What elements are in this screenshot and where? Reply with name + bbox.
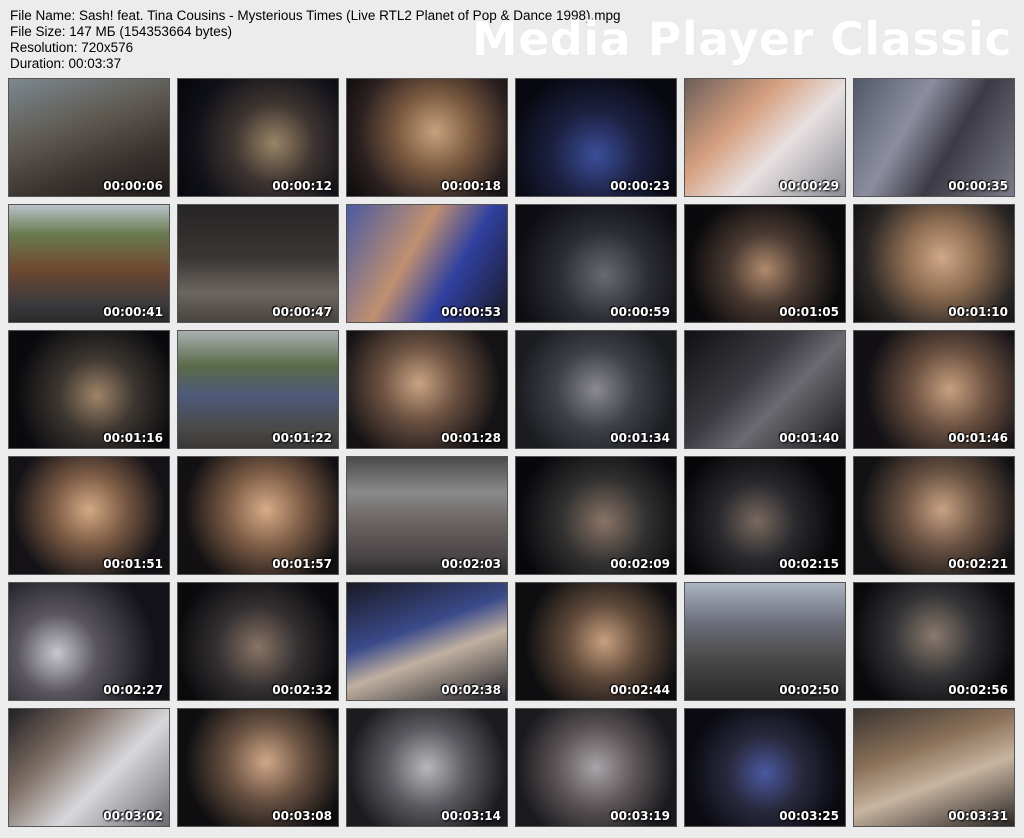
thumbnail-timestamp: 00:01:22 (272, 431, 332, 445)
video-thumbnail[interactable]: 00:03:14 (346, 708, 508, 827)
thumbnail-timestamp: 00:00:59 (610, 305, 670, 319)
thumbnail-timestamp: 00:01:16 (103, 431, 163, 445)
thumbnail-timestamp: 00:02:15 (779, 557, 839, 571)
thumbnail-timestamp: 00:03:02 (103, 809, 163, 823)
thumbnail-timestamp: 00:00:23 (610, 179, 670, 193)
video-thumbnail[interactable]: 00:02:32 (177, 582, 339, 701)
video-thumbnail[interactable]: 00:02:09 (515, 456, 677, 575)
thumbnail-timestamp: 00:02:56 (948, 683, 1008, 697)
video-thumbnail[interactable]: 00:03:31 (853, 708, 1015, 827)
thumbnail-timestamp: 00:01:10 (948, 305, 1008, 319)
video-thumbnail[interactable]: 00:01:10 (853, 204, 1015, 323)
thumbnail-timestamp: 00:03:14 (441, 809, 501, 823)
thumbnail-timestamp: 00:00:47 (272, 305, 332, 319)
video-thumbnail[interactable]: 00:02:21 (853, 456, 1015, 575)
video-thumbnail[interactable]: 00:02:50 (684, 582, 846, 701)
video-thumbnail[interactable]: 00:03:08 (177, 708, 339, 827)
thumbnail-timestamp: 00:02:44 (610, 683, 670, 697)
video-thumbnail[interactable]: 00:00:41 (8, 204, 170, 323)
thumbnail-timestamp: 00:02:27 (103, 683, 163, 697)
thumbnail-timestamp: 00:00:53 (441, 305, 501, 319)
video-thumbnail[interactable]: 00:02:03 (346, 456, 508, 575)
video-thumbnail[interactable]: 00:01:34 (515, 330, 677, 449)
video-thumbnail[interactable]: 00:00:06 (8, 78, 170, 197)
thumbnail-timestamp: 00:02:03 (441, 557, 501, 571)
video-thumbnail[interactable]: 00:01:57 (177, 456, 339, 575)
thumbnail-timestamp: 00:02:38 (441, 683, 501, 697)
thumbnail-grid: 00:00:06 00:00:12 00:00:18 00:00:23 00:00:29… (8, 78, 1015, 827)
thumbnail-timestamp: 00:01:05 (779, 305, 839, 319)
thumbnail-timestamp: 00:00:18 (441, 179, 501, 193)
thumbnail-timestamp: 00:00:35 (948, 179, 1008, 193)
video-thumbnail[interactable]: 00:01:16 (8, 330, 170, 449)
video-thumbnail[interactable]: 00:02:27 (8, 582, 170, 701)
video-thumbnail[interactable]: 00:01:46 (853, 330, 1015, 449)
thumbnail-timestamp: 00:00:41 (103, 305, 163, 319)
app-watermark: Media Player Classic (471, 12, 1012, 66)
video-thumbnail[interactable]: 00:03:02 (8, 708, 170, 827)
video-thumbnail[interactable]: 00:00:53 (346, 204, 508, 323)
video-thumbnail[interactable]: 00:01:40 (684, 330, 846, 449)
thumbnail-timestamp: 00:02:09 (610, 557, 670, 571)
video-thumbnail[interactable]: 00:02:38 (346, 582, 508, 701)
video-thumbnail[interactable]: 00:03:19 (515, 708, 677, 827)
video-thumbnail[interactable]: 00:00:47 (177, 204, 339, 323)
video-thumbnail[interactable]: 00:01:22 (177, 330, 339, 449)
video-thumbnail[interactable]: 00:00:12 (177, 78, 339, 197)
thumbnail-timestamp: 00:01:51 (103, 557, 163, 571)
video-thumbnail[interactable]: 00:03:25 (684, 708, 846, 827)
video-thumbnail[interactable]: 00:00:18 (346, 78, 508, 197)
thumbnail-timestamp: 00:03:19 (610, 809, 670, 823)
thumbnail-timestamp: 00:02:32 (272, 683, 332, 697)
video-thumbnail[interactable]: 00:02:44 (515, 582, 677, 701)
thumbnail-timestamp: 00:00:12 (272, 179, 332, 193)
thumbnail-timestamp: 00:03:25 (779, 809, 839, 823)
video-thumbnail[interactable]: 00:01:28 (346, 330, 508, 449)
thumbnail-timestamp: 00:01:57 (272, 557, 332, 571)
thumbnail-timestamp: 00:02:21 (948, 557, 1008, 571)
thumbnail-timestamp: 00:00:29 (779, 179, 839, 193)
video-thumbnail[interactable]: 00:02:56 (853, 582, 1015, 701)
thumbnail-timestamp: 00:01:28 (441, 431, 501, 445)
video-thumbnail[interactable]: 00:01:05 (684, 204, 846, 323)
video-thumbnail[interactable]: 00:00:29 (684, 78, 846, 197)
thumbnail-timestamp: 00:01:40 (779, 431, 839, 445)
thumbnail-timestamp: 00:01:34 (610, 431, 670, 445)
video-thumbnail[interactable]: 00:01:51 (8, 456, 170, 575)
video-thumbnail[interactable]: 00:02:15 (684, 456, 846, 575)
thumbnail-timestamp: 00:02:50 (779, 683, 839, 697)
thumbnail-timestamp: 00:03:31 (948, 809, 1008, 823)
video-thumbnail[interactable]: 00:00:59 (515, 204, 677, 323)
video-thumbnail[interactable]: 00:00:35 (853, 78, 1015, 197)
thumbnail-timestamp: 00:03:08 (272, 809, 332, 823)
video-thumbnail[interactable]: 00:00:23 (515, 78, 677, 197)
thumbnail-timestamp: 00:00:06 (103, 179, 163, 193)
thumbnail-timestamp: 00:01:46 (948, 431, 1008, 445)
